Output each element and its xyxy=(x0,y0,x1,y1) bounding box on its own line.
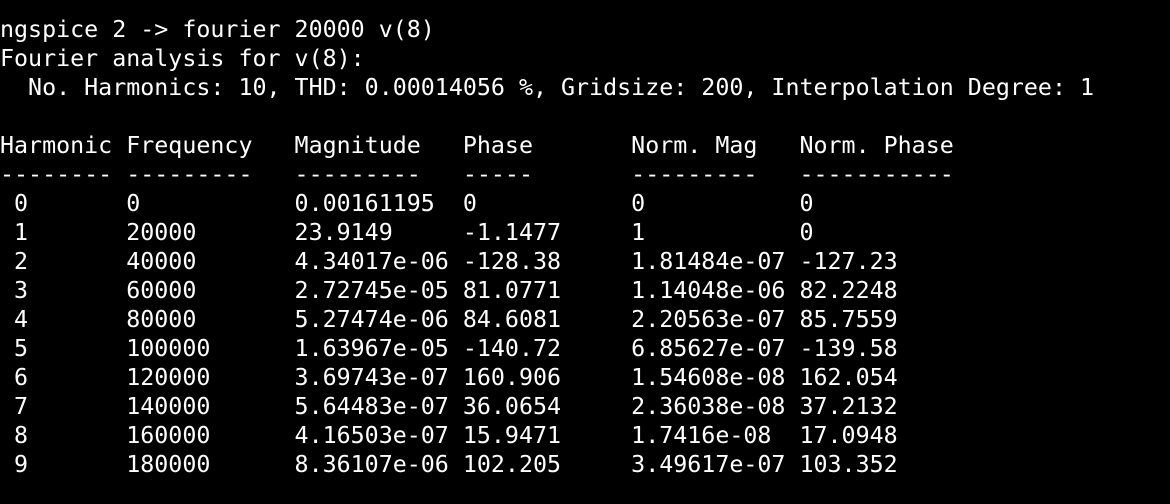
output-heading: Fourier analysis for v(8): xyxy=(0,45,365,72)
table-row: 3 60000 2.72745e-05 81.0771 1.14048e-06 … xyxy=(0,277,898,304)
analysis-summary: No. Harmonics: 10, THD: 0.00014056 %, Gr… xyxy=(0,74,1095,101)
table-row: 9 180000 8.36107e-06 102.205 3.49617e-07… xyxy=(0,451,898,478)
table-row: 4 80000 5.27474e-06 84.6081 2.20563e-07 … xyxy=(0,306,898,333)
table-separator: -------- --------- --------- ----- -----… xyxy=(0,161,954,188)
terminal-window[interactable]: ngspice 2 -> fourier 20000 v(8) Fourier … xyxy=(0,0,1170,504)
table-header: Harmonic Frequency Magnitude Phase Norm.… xyxy=(0,132,954,159)
table-row: 8 160000 4.16503e-07 15.9471 1.7416e-08 … xyxy=(0,422,898,449)
table-row: 2 40000 4.34017e-06 -128.38 1.81484e-07 … xyxy=(0,248,898,275)
table-row: 0 0 0.00161195 0 0 0 xyxy=(0,190,814,217)
table-row: 7 140000 5.64483e-07 36.0654 2.36038e-08… xyxy=(0,393,898,420)
command-line: ngspice 2 -> fourier 20000 v(8) xyxy=(0,16,435,43)
table-row: 1 20000 23.9149 -1.1477 1 0 xyxy=(0,219,814,246)
table-row: 6 120000 3.69743e-07 160.906 1.54608e-08… xyxy=(0,364,898,391)
table-row: 5 100000 1.63967e-05 -140.72 6.85627e-07… xyxy=(0,335,898,362)
